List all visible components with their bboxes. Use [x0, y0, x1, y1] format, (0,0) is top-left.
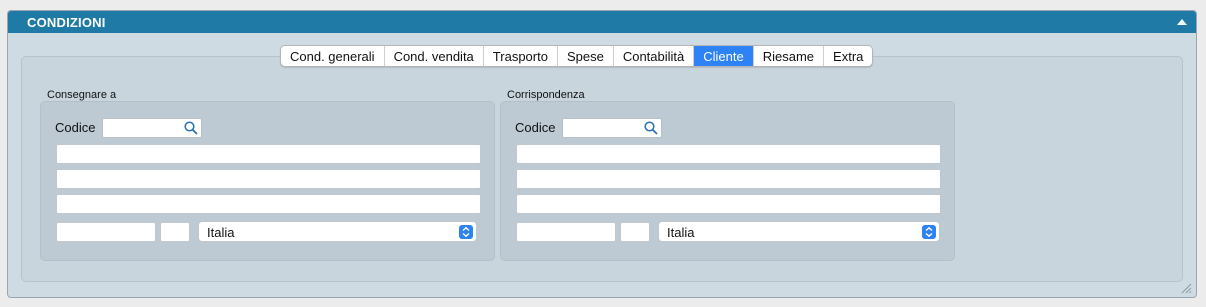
select-chevron-icon — [459, 225, 473, 239]
consegnare-cap-field[interactable] — [56, 222, 156, 242]
codice-label: Codice — [55, 120, 96, 135]
corrispondenza-group-label: Corrispondenza — [507, 89, 585, 101]
country-value: Italia — [667, 225, 695, 240]
corrispondenza-codice-input[interactable] — [562, 118, 662, 138]
consegnare-address-line-3[interactable] — [56, 194, 481, 214]
corrispondenza-country-select[interactable]: Italia — [658, 221, 940, 242]
country-value: Italia — [207, 225, 235, 240]
tab-cond-vendita[interactable]: Cond. vendita — [385, 46, 484, 66]
consegnare-group-label: Consegnare a — [47, 89, 117, 101]
tab-spese[interactable]: Spese — [558, 46, 614, 66]
corrispondenza-cap-field[interactable] — [516, 222, 616, 242]
consegnare-codice-input[interactable] — [102, 118, 202, 138]
consegnare-provincia-field[interactable] — [160, 222, 190, 242]
collapse-triangle-icon[interactable] — [1177, 19, 1187, 25]
condizioni-panel: CONDIZIONI Cond. generali Cond. vendita … — [7, 10, 1197, 298]
tab-bar: Cond. generali Cond. vendita Trasporto S… — [280, 45, 874, 67]
tab-cliente[interactable]: Cliente — [694, 46, 754, 66]
corrispondenza-address-line-3[interactable] — [516, 194, 941, 214]
resize-grip-icon[interactable] — [1180, 281, 1192, 294]
tab-contabilita[interactable]: Contabilità — [614, 46, 695, 66]
tab-trasporto[interactable]: Trasporto — [484, 46, 558, 66]
tab-riesame[interactable]: Riesame — [754, 46, 825, 66]
tab-cond-generali[interactable]: Cond. generali — [281, 46, 385, 66]
consegnare-country-select[interactable]: Italia — [198, 221, 477, 242]
consegnare-address-line-1[interactable] — [56, 144, 481, 164]
search-icon[interactable] — [184, 121, 198, 135]
corrispondenza-provincia-field[interactable] — [620, 222, 650, 242]
consegnare-group: Codice Italia — [40, 101, 495, 261]
select-chevron-icon — [922, 225, 936, 239]
panel-header[interactable]: CONDIZIONI — [8, 11, 1196, 33]
tab-extra[interactable]: Extra — [824, 46, 872, 66]
consegnare-address-line-2[interactable] — [56, 169, 481, 189]
corrispondenza-group: Codice Italia — [500, 101, 955, 261]
corrispondenza-address-line-1[interactable] — [516, 144, 941, 164]
search-icon[interactable] — [644, 121, 658, 135]
codice-label: Codice — [515, 120, 556, 135]
panel-title: CONDIZIONI — [27, 15, 106, 30]
corrispondenza-address-line-2[interactable] — [516, 169, 941, 189]
